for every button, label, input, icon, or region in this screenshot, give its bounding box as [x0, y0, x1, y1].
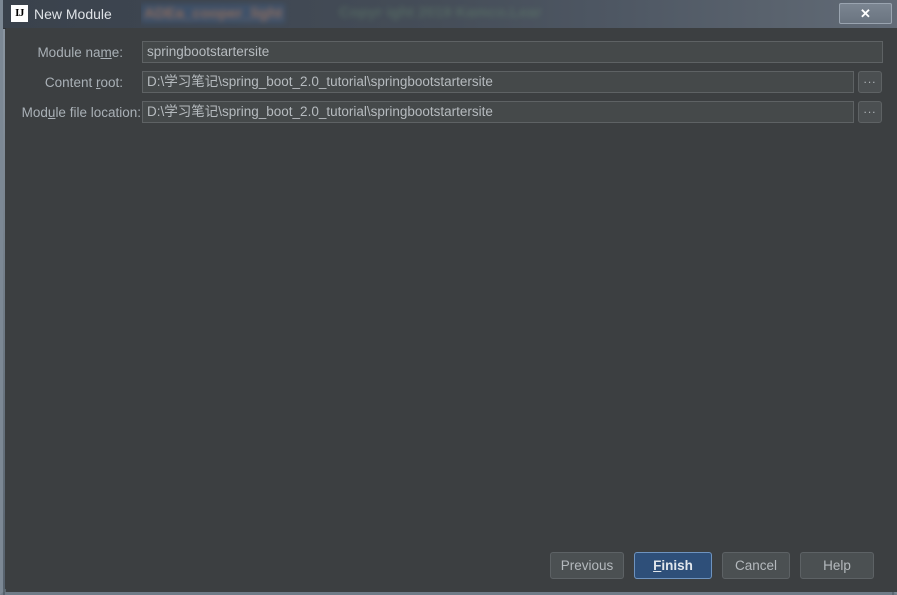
backdrop-text: ADEa_cooper_light Copyr ight 2019 Kamco.… [141, 1, 741, 27]
close-icon[interactable]: ✕ [839, 3, 892, 24]
cancel-button[interactable]: Cancel [722, 552, 790, 579]
content-root-label: Content root: [44, 75, 123, 90]
new-module-dialog-window: ADEa_cooper_light Copyr ight 2019 Kamco.… [0, 0, 897, 595]
module-name-input[interactable]: springbootstartersite [142, 41, 883, 63]
help-button[interactable]: Help [800, 552, 874, 579]
backdrop-dim-text: Copyr ight 2019 Kamco.Lear [339, 4, 542, 21]
dialog-footer: Previous Finish Cancel Help [6, 534, 897, 592]
module-name-label: Module name: [37, 45, 123, 60]
window-title: New Module [34, 6, 112, 22]
module-file-location-input[interactable]: D:\学习笔记\spring_boot_2.0_tutorial\springb… [142, 101, 854, 123]
content-root-input[interactable]: D:\学习笔记\spring_boot_2.0_tutorial\springb… [142, 71, 854, 93]
dialog-body: Module name: springbootstartersite Conte… [6, 28, 897, 592]
finish-button[interactable]: Finish [634, 552, 712, 579]
module-file-location-browse-button[interactable]: ... [858, 101, 882, 123]
window-frame-left-edge [3, 0, 5, 595]
backdrop-selected-text: ADEa_cooper_light [141, 4, 286, 23]
module-file-location-label: Module file location: [21, 105, 141, 120]
content-root-browse-button[interactable]: ... [858, 71, 882, 93]
intellij-idea-icon: IJ [11, 5, 28, 22]
title-bar[interactable]: ADEa_cooper_light Copyr ight 2019 Kamco.… [3, 0, 897, 29]
previous-button[interactable]: Previous [550, 552, 624, 579]
